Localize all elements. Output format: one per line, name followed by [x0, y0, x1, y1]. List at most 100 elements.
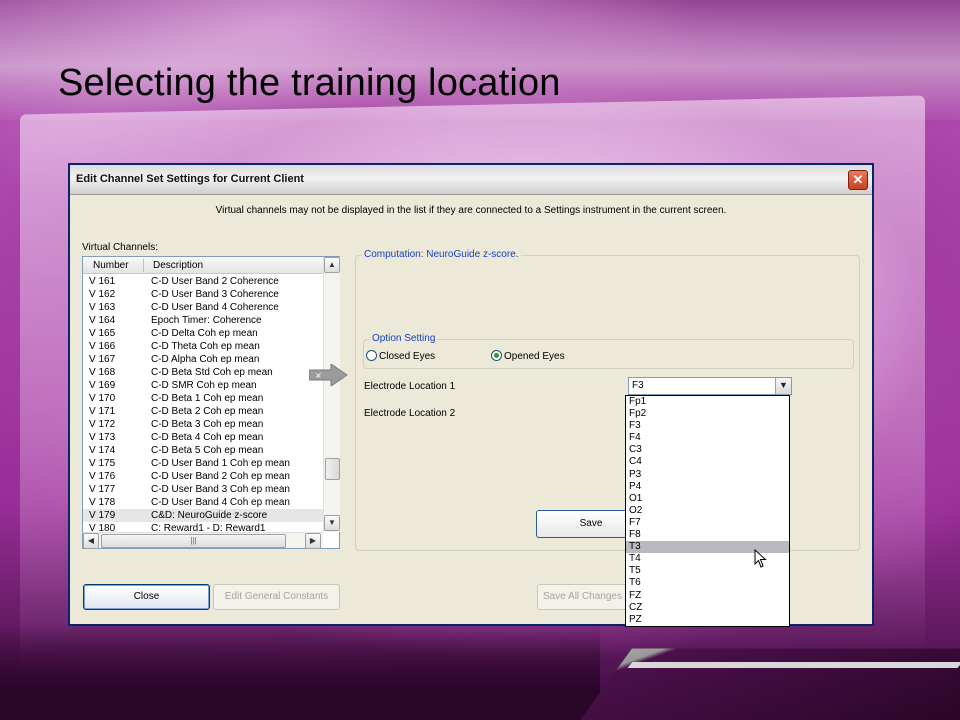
edit-general-constants-button[interactable]: Edit General Constants — [213, 584, 340, 610]
row-number: V 172 — [89, 419, 116, 430]
dropdown-option[interactable]: C4 — [626, 456, 789, 468]
row-description: C-D Beta Std Coh ep mean — [151, 367, 273, 378]
table-row[interactable]: V 170 C-D Beta 1 Coh ep mean — [83, 392, 323, 405]
row-number: V 177 — [89, 484, 116, 495]
column-header-description[interactable]: Description — [153, 260, 203, 271]
row-description: C-D User Band 4 Coh ep mean — [151, 497, 290, 508]
opened-eyes-radio[interactable]: Opened Eyes — [491, 350, 565, 362]
row-number: V 170 — [89, 393, 116, 404]
table-row[interactable]: V 176 C-D User Band 2 Coh ep mean — [83, 470, 323, 483]
row-number: V 163 — [89, 302, 116, 313]
row-number: V 167 — [89, 354, 116, 365]
row-description: C-D User Band 2 Coherence — [151, 276, 279, 287]
table-row[interactable]: V 161 C-D User Band 2 Coherence — [83, 275, 323, 288]
scroll-down-icon[interactable]: ▼ — [324, 515, 340, 531]
dropdown-option[interactable]: P3 — [626, 469, 789, 481]
electrode-location-2-label: Electrode Location 2 — [364, 408, 456, 419]
dialog-titlebar: Edit Channel Set Settings for Current Cl… — [70, 165, 872, 195]
table-row[interactable]: V 175 C-D User Band 1 Coh ep mean — [83, 457, 323, 470]
dropdown-option[interactable]: F7 — [626, 517, 789, 529]
dropdown-option[interactable]: F3 — [626, 420, 789, 432]
table-row[interactable]: V 174 C-D Beta 5 Coh ep mean — [83, 444, 323, 457]
table-row[interactable]: V 166 C-D Theta Coh ep mean — [83, 340, 323, 353]
vertical-scrollbar[interactable]: ▲ ▼ — [323, 257, 340, 532]
row-description: C-D User Band 4 Coherence — [151, 302, 279, 313]
close-button[interactable]: Close — [83, 584, 210, 610]
dropdown-option[interactable]: Fp1 — [626, 396, 789, 408]
dropdown-option[interactable]: FZ — [626, 590, 789, 602]
row-number: V 165 — [89, 328, 116, 339]
scroll-thumb[interactable] — [325, 458, 340, 480]
dropdown-option[interactable]: Fp2 — [626, 408, 789, 420]
list-rows: V 161 C-D User Band 2 Coherence V 162 C-D U… — [83, 275, 323, 535]
row-number: V 169 — [89, 380, 116, 391]
dropdown-option[interactable]: F8 — [626, 529, 789, 541]
row-number: V 162 — [89, 289, 116, 300]
table-row[interactable]: V 171 C-D Beta 2 Coh ep mean — [83, 405, 323, 418]
dropdown-option[interactable]: C3 — [626, 444, 789, 456]
option-setting-group: Option Setting Closed Eyes Opened Eyes — [363, 333, 854, 369]
radio-unchecked-icon — [366, 350, 377, 361]
row-number: V 161 — [89, 276, 116, 287]
closed-eyes-radio[interactable]: Closed Eyes — [366, 350, 435, 362]
scroll-right-icon[interactable]: ▶ — [305, 533, 321, 549]
horizontal-scroll-thumb[interactable]: ||| — [101, 534, 286, 548]
slide-footer-shadow — [0, 625, 600, 720]
horizontal-scrollbar[interactable]: ◀ ||| ▶ — [83, 532, 323, 549]
table-row[interactable]: V 178 C-D User Band 4 Coh ep mean — [83, 496, 323, 509]
row-description: C-D User Band 3 Coherence — [151, 289, 279, 300]
row-number: V 176 — [89, 471, 116, 482]
row-description: C-D User Band 3 Coh ep mean — [151, 484, 290, 495]
row-number: V 174 — [89, 445, 116, 456]
electrode-location-1-select[interactable]: F3 ▼ — [628, 377, 792, 395]
row-description: C-D Beta 2 Coh ep mean — [151, 406, 264, 417]
table-row[interactable]: V 177 C-D User Band 3 Coh ep mean — [83, 483, 323, 496]
mouse-cursor-icon — [754, 549, 767, 568]
table-row[interactable]: V 179 C&D: NeuroGuide z-score — [83, 509, 323, 522]
electrode-location-1-value: F3 — [632, 380, 644, 391]
slide-title: Selecting the training location — [58, 62, 561, 104]
column-header-number[interactable]: Number — [93, 260, 129, 271]
scroll-up-icon[interactable]: ▲ — [324, 257, 340, 273]
dropdown-option[interactable]: T6 — [626, 577, 789, 589]
computation-label: Computation: NeuroGuide z-score. — [362, 249, 521, 260]
electrode-location-1-label: Electrode Location 1 — [364, 381, 456, 392]
row-description: C-D Beta 1 Coh ep mean — [151, 393, 264, 404]
dropdown-option[interactable]: O2 — [626, 505, 789, 517]
dropdown-option[interactable]: CZ — [626, 602, 789, 614]
dropdown-option[interactable]: F4 — [626, 432, 789, 444]
column-separator — [143, 259, 144, 272]
table-row[interactable]: V 169 C-D SMR Coh ep mean — [83, 379, 323, 392]
dropdown-option[interactable]: O1 — [626, 493, 789, 505]
list-header: Number Description — [83, 257, 323, 274]
row-number: V 166 — [89, 341, 116, 352]
table-row[interactable]: V 164 Epoch Timer: Coherence — [83, 314, 323, 327]
table-row[interactable]: V 163 C-D User Band 4 Coherence — [83, 301, 323, 314]
dropdown-option[interactable]: PZ — [626, 614, 789, 626]
table-row[interactable]: V 162 C-D User Band 3 Coherence — [83, 288, 323, 301]
chevron-down-icon[interactable]: ▼ — [775, 378, 791, 394]
closed-eyes-label: Closed Eyes — [379, 351, 436, 362]
virtual-channels-list[interactable]: Number Description V 161 C-D User Band 2 … — [82, 256, 340, 549]
info-message: Virtual channels may not be displayed in… — [215, 205, 727, 216]
svg-text:✕: ✕ — [315, 372, 322, 381]
table-row[interactable]: V 167 C-D Alpha Coh ep mean — [83, 353, 323, 366]
table-row[interactable]: V 168 C-D Beta Std Coh ep mean — [83, 366, 323, 379]
row-description: C-D Theta Coh ep mean — [151, 341, 260, 352]
table-row[interactable]: V 173 C-D Beta 4 Coh ep mean — [83, 431, 323, 444]
row-number: V 178 — [89, 497, 116, 508]
radio-checked-icon — [491, 350, 502, 361]
table-row[interactable]: V 172 C-D Beta 3 Coh ep mean — [83, 418, 323, 431]
scroll-left-icon[interactable]: ◀ — [83, 533, 99, 549]
row-description: C-D User Band 1 Coh ep mean — [151, 458, 290, 469]
row-description: C-D Beta 5 Coh ep mean — [151, 445, 264, 456]
row-number: V 175 — [89, 458, 116, 469]
opened-eyes-label: Opened Eyes — [504, 351, 565, 362]
electrode-location-dropdown-list[interactable]: Fp1 Fp2 F3 F4 C3 C4 P3 P4 O1 O2 F7 F8 T3 T4 T5 T6 FZ CZ PZ — [625, 395, 790, 627]
table-row[interactable]: V 165 C-D Delta Coh ep mean — [83, 327, 323, 340]
dropdown-option[interactable]: P4 — [626, 481, 789, 493]
close-icon[interactable]: ✕ — [848, 170, 868, 190]
row-description: Epoch Timer: Coherence — [151, 315, 262, 326]
slide-footer-stripe — [627, 662, 960, 668]
row-number: V 164 — [89, 315, 116, 326]
